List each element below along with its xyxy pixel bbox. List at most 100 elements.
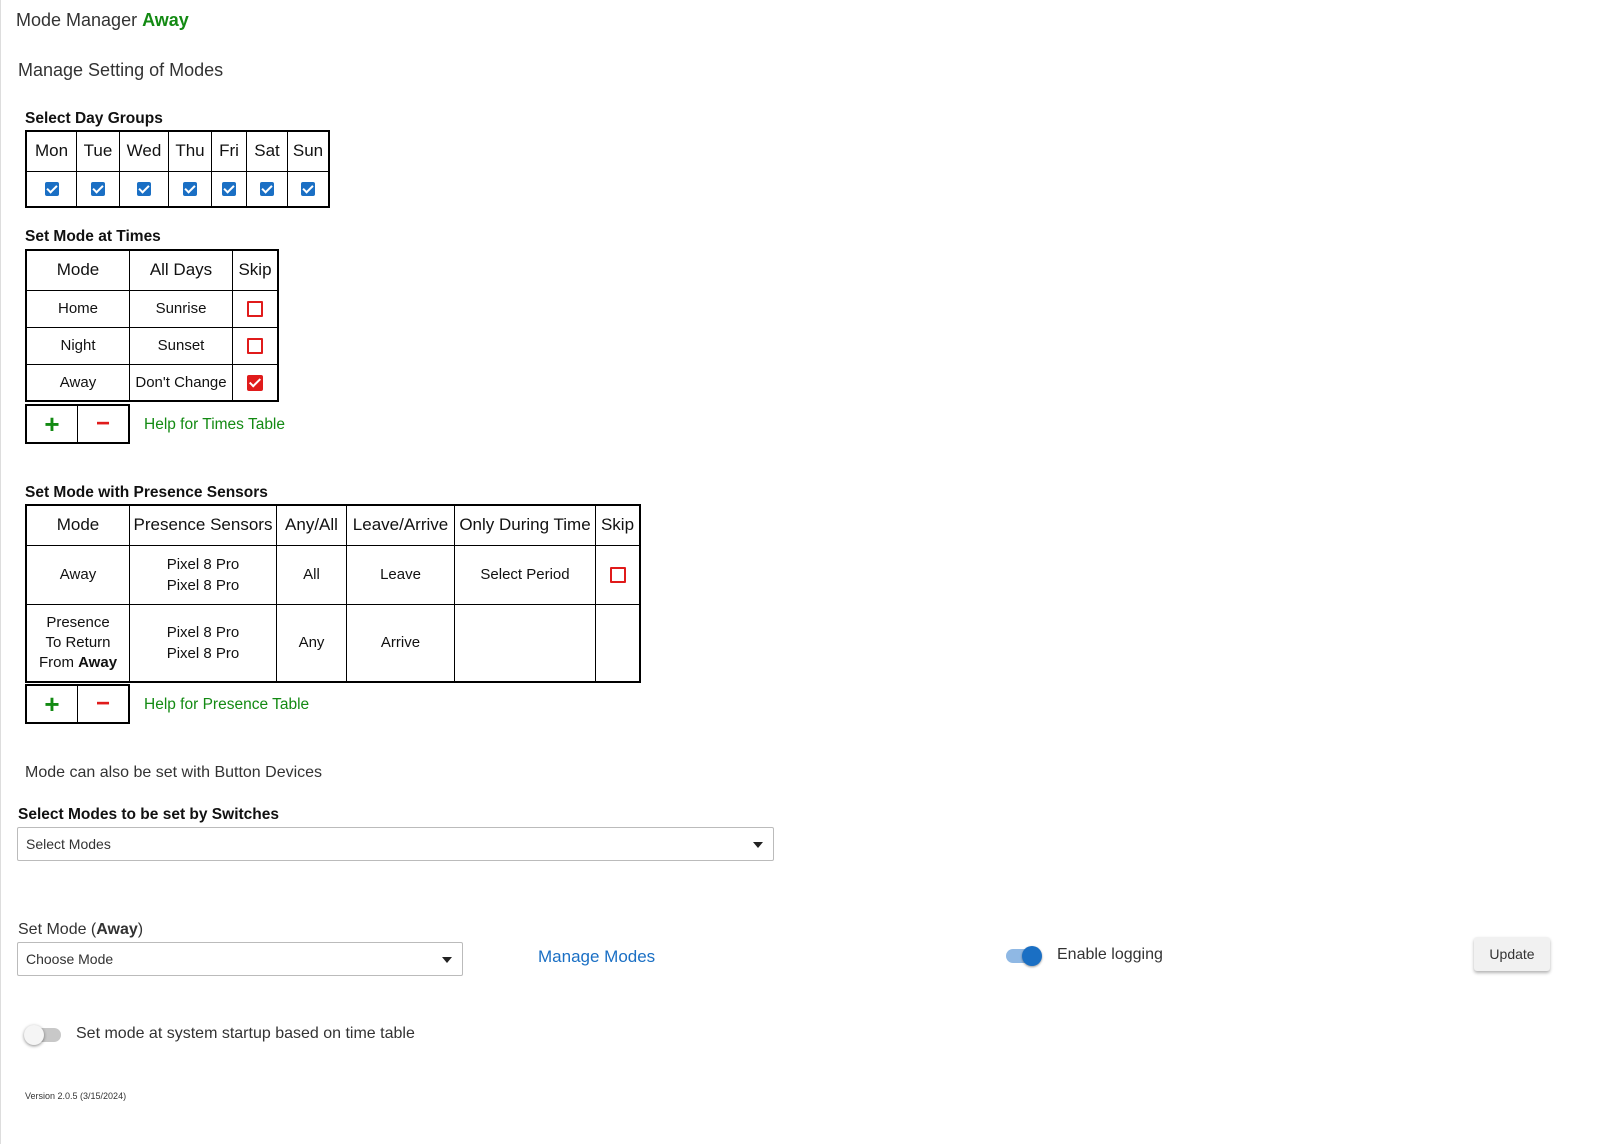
- day-checkbox-tue[interactable]: [91, 182, 105, 197]
- startup-toggle[interactable]: [23, 1024, 63, 1046]
- times-row-time[interactable]: Don't Change: [129, 363, 233, 402]
- manage-modes-link[interactable]: Manage Modes: [538, 947, 655, 967]
- page-subtitle: Manage Setting of Modes: [18, 60, 224, 80]
- day-checkbox-fri[interactable]: [222, 182, 236, 197]
- presence-table: Mode Presence Sensors Any/All Leave/Arri…: [25, 504, 641, 683]
- presence-row-skip-empty: [595, 603, 641, 683]
- day-cell-thu: [168, 170, 212, 208]
- set-mode-placeholder: Choose Mode: [26, 951, 114, 967]
- presence-help-link[interactable]: Help for Presence Table: [144, 696, 309, 714]
- presence-row-only-during-empty: [454, 603, 596, 683]
- logging-label: Enable logging: [1057, 946, 1163, 963]
- return-from-text: From: [38, 654, 74, 672]
- times-row-mode[interactable]: Home: [25, 289, 130, 328]
- logging-toggle[interactable]: [1004, 945, 1044, 967]
- day-header-wed: Wed: [119, 130, 169, 172]
- day-checkbox-sat[interactable]: [260, 182, 274, 197]
- presence-header-only-during: Only During Time: [454, 504, 596, 546]
- presence-sensor: Pixel 8 Pro: [166, 555, 240, 573]
- day-cell-wed: [119, 170, 169, 208]
- set-mode-select[interactable]: Choose Mode: [17, 942, 463, 976]
- skip-checkbox[interactable]: [247, 338, 263, 355]
- day-checkbox-wed[interactable]: [137, 182, 151, 197]
- times-header-mode: Mode: [25, 249, 130, 291]
- presence-row-leave-arrive[interactable]: Leave: [346, 544, 455, 605]
- set-mode-label-prefix: Set Mode (: [18, 921, 97, 938]
- presence-row-mode[interactable]: Away: [25, 544, 130, 605]
- times-row-time[interactable]: Sunrise: [129, 289, 233, 328]
- plus-icon: +: [44, 688, 60, 719]
- button-devices-note: Mode can also be set with Button Devices: [25, 764, 323, 781]
- plus-icon: +: [44, 408, 60, 439]
- current-mode-badge: Away: [142, 10, 189, 30]
- presence-header-mode: Mode: [25, 504, 130, 546]
- presence-sensor: Pixel 8 Pro: [166, 623, 240, 641]
- day-header-sun: Sun: [287, 130, 330, 172]
- set-mode-label-suffix: ): [137, 921, 144, 938]
- presence-sensor: Pixel 8 Pro: [166, 644, 240, 662]
- set-mode-label: Set Mode (Away): [18, 921, 143, 939]
- times-row-mode[interactable]: Away: [25, 363, 130, 402]
- day-header-tue: Tue: [76, 130, 120, 172]
- presence-row-select-period[interactable]: Select Period: [454, 544, 596, 605]
- skip-checkbox[interactable]: [609, 567, 626, 584]
- presence-row-sensors[interactable]: Pixel 8 Pro Pixel 8 Pro: [129, 603, 277, 683]
- day-groups-label: Select Day Groups: [25, 110, 163, 127]
- presence-row-leave-arrive: Arrive: [346, 603, 455, 683]
- switch-modes-placeholder: Select Modes: [26, 836, 111, 852]
- day-checkbox-mon[interactable]: [44, 182, 59, 197]
- return-mode-line: From Away: [27, 654, 129, 671]
- presence-row-skip-cell: [595, 544, 641, 605]
- minus-icon: −: [95, 690, 110, 717]
- day-cell-fri: [211, 170, 247, 208]
- times-header-skip: Skip: [232, 249, 279, 291]
- times-add-button[interactable]: +: [25, 404, 78, 444]
- day-groups-table: Mon Tue Wed Thu Fri Sat Sun: [25, 130, 330, 208]
- chevron-down-icon: [753, 842, 763, 848]
- presence-header-any-all: Any/All: [276, 504, 347, 546]
- return-mode-line: To Return: [45, 634, 111, 652]
- times-help-link[interactable]: Help for Times Table: [144, 416, 285, 434]
- times-table: Mode All Days Skip Home Sunrise Night Su…: [25, 249, 279, 402]
- set-mode-label-mode: Away: [96, 921, 138, 938]
- switch-modes-select[interactable]: Select Modes: [17, 827, 774, 861]
- return-from-mode: Away: [78, 654, 118, 672]
- chevron-down-icon: [442, 957, 452, 963]
- day-cell-mon: [25, 170, 77, 208]
- skip-checkbox[interactable]: [247, 374, 263, 391]
- day-cell-sun: [287, 170, 330, 208]
- day-cell-sat: [246, 170, 288, 208]
- presence-return-mode: Presence To Return From Away: [25, 603, 130, 683]
- times-row-skip-cell: [232, 326, 279, 365]
- page-title: Mode Manager Away: [16, 10, 189, 31]
- times-remove-button[interactable]: −: [77, 404, 130, 444]
- presence-header-leave-arrive: Leave/Arrive: [346, 504, 455, 546]
- day-header-thu: Thu: [168, 130, 212, 172]
- switch-modes-label: Select Modes to be set by Switches: [18, 806, 279, 823]
- return-mode-line: Presence: [46, 614, 110, 632]
- day-cell-tue: [76, 170, 120, 208]
- times-header-all-days: All Days: [129, 249, 233, 291]
- presence-header-skip: Skip: [595, 504, 641, 546]
- app-title: Mode Manager: [16, 10, 138, 30]
- toggle-knob: [1022, 946, 1042, 966]
- times-add-remove-controls: + −: [25, 404, 130, 444]
- day-checkbox-thu[interactable]: [183, 182, 197, 197]
- update-button[interactable]: Update: [1474, 937, 1550, 971]
- presence-add-remove-controls: + −: [25, 684, 130, 724]
- presence-row-any-all[interactable]: All: [276, 544, 347, 605]
- presence-row-sensors[interactable]: Pixel 8 Pro Pixel 8 Pro: [129, 544, 277, 605]
- day-checkbox-sun[interactable]: [301, 182, 315, 197]
- presence-header-sensors: Presence Sensors: [129, 504, 277, 546]
- presence-add-button[interactable]: +: [25, 684, 78, 724]
- times-row-time[interactable]: Sunset: [129, 326, 233, 365]
- presence-table-label: Set Mode with Presence Sensors: [25, 484, 268, 501]
- day-header-sat: Sat: [246, 130, 288, 172]
- presence-remove-button[interactable]: −: [77, 684, 130, 724]
- presence-row-any-all[interactable]: Any: [276, 603, 347, 683]
- times-row-skip-cell: [232, 363, 279, 402]
- presence-sensor: Pixel 8 Pro: [166, 576, 240, 594]
- times-row-skip-cell: [232, 289, 279, 328]
- times-row-mode[interactable]: Night: [25, 326, 130, 365]
- skip-checkbox[interactable]: [247, 301, 263, 318]
